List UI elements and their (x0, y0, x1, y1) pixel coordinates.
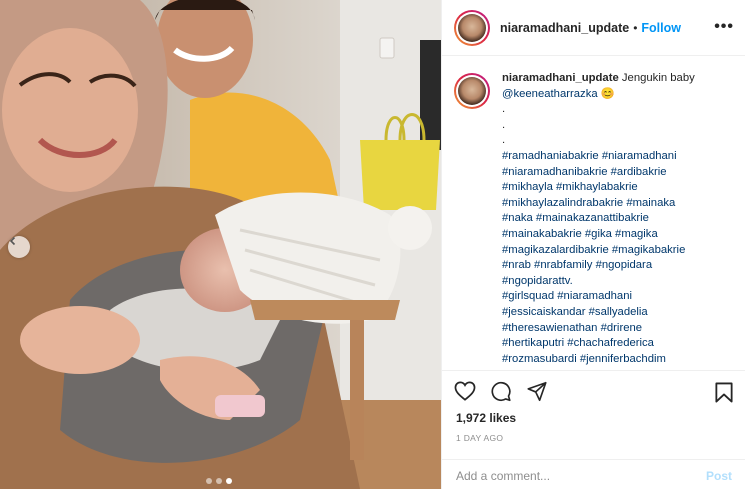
paper-plane-icon[interactable] (526, 381, 548, 402)
heart-icon[interactable] (454, 381, 476, 401)
hashtag-line[interactable]: #mikhaylazalindrabakrie #mainaka (502, 196, 732, 212)
hashtag-line[interactable]: #hertikaputri #chachafrederica (502, 336, 732, 352)
avatar-image (458, 77, 486, 105)
hashtag-line[interactable]: #naka #mainakazanattibakrie (502, 211, 732, 227)
post-media[interactable] (0, 0, 441, 489)
caption-dot: . (502, 103, 506, 116)
hashtag-line[interactable]: #magikazalardibakrie #magikabakrie (502, 243, 732, 259)
like-count[interactable]: 1,972 likes (456, 411, 516, 425)
comment-icon[interactable] (490, 381, 512, 402)
hashtag-line[interactable]: #mikhayla #mikhaylabakrie (502, 180, 732, 196)
carousel-prev-button[interactable] (8, 236, 30, 258)
hashtag-line[interactable]: #theresawienathan #drirene (502, 321, 732, 337)
caption-body: Jengukin baby (621, 72, 695, 84)
post-comment-button[interactable]: Post (706, 469, 732, 483)
follow-button[interactable]: Follow (641, 21, 681, 35)
post-photo (0, 0, 441, 489)
caption-dot: . (502, 118, 506, 131)
hashtag-line[interactable]: #niaramadhanibakrie #ardibakrie (502, 165, 732, 181)
hashtag-line[interactable]: #girlsquad #niaramadhani (502, 289, 732, 305)
mention-link[interactable]: @keeneatharrazka (502, 88, 598, 100)
comments-section[interactable]: niaramadhani_update Jengukin baby @keene… (442, 57, 745, 370)
profile-avatar[interactable] (454, 9, 490, 46)
header-separator: • (633, 20, 638, 35)
hashtag-line[interactable]: #mainakabakrie #gika #magika (502, 227, 732, 243)
carousel-indicator (206, 478, 232, 484)
smiley-emoji: 😊 (600, 87, 615, 100)
carousel-dot (216, 478, 222, 484)
avatar-border (456, 11, 488, 44)
caption-dot: . (502, 134, 506, 147)
caption-mention-line: @keeneatharrazka 😊 (502, 87, 732, 103)
comment-input[interactable] (456, 468, 706, 483)
carousel-dot (206, 478, 212, 484)
header-username[interactable]: niaramadhani_update (500, 21, 629, 35)
hashtag-line[interactable]: #jessicaiskandar #sallyadelia (502, 305, 732, 321)
post-actions: 1,972 likes 1 DAY AGO Post (442, 370, 745, 489)
caption-row: niaramadhani_update Jengukin baby @keene… (454, 71, 734, 367)
caption-first-line: niaramadhani_update Jengukin baby (502, 71, 732, 87)
post-timestamp[interactable]: 1 DAY AGO (456, 433, 503, 443)
bookmark-icon (715, 382, 733, 403)
chevron-left-icon (9, 236, 16, 246)
add-comment-bar: Post (442, 459, 745, 489)
more-options-icon[interactable]: ••• (714, 19, 734, 35)
caption-username[interactable]: niaramadhani_update (502, 72, 619, 84)
avatar-border (456, 75, 488, 107)
post-header: niaramadhani_update • Follow ••• (442, 0, 745, 56)
caption-text: niaramadhani_update Jengukin baby @keene… (502, 71, 732, 367)
action-icons (454, 381, 548, 402)
hashtag-line[interactable]: #rozmasubardi #jenniferbachdim (502, 352, 732, 368)
save-button[interactable] (714, 382, 734, 403)
hashtag-line[interactable]: #ngopidarattv. (502, 274, 732, 290)
hashtag-line[interactable]: #ramadhaniabakrie #niaramadhani (502, 149, 732, 165)
avatar-image (458, 13, 486, 42)
caption-avatar[interactable] (454, 73, 490, 109)
post-detail-panel: niaramadhani_update • Follow ••• niarama… (441, 0, 745, 489)
carousel-dot-active (226, 478, 232, 484)
hashtag-line[interactable]: #nrab #nrabfamily #ngopidara (502, 258, 732, 274)
